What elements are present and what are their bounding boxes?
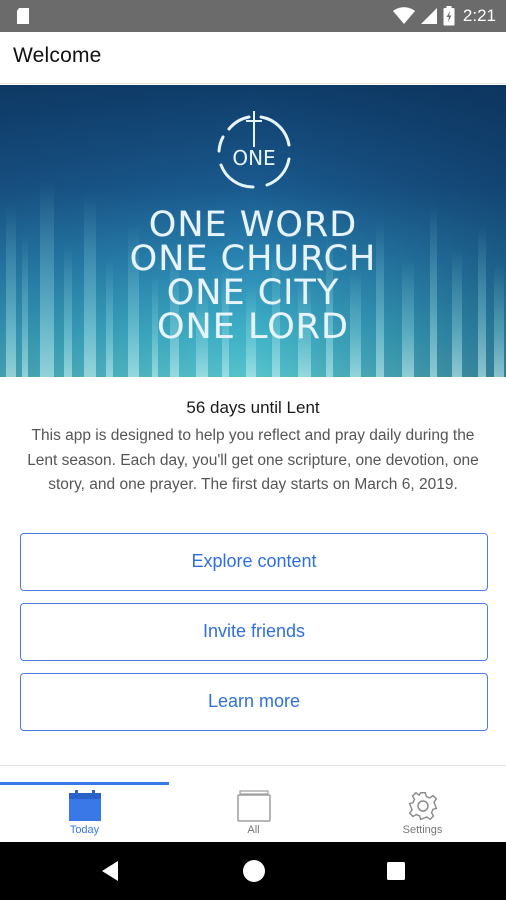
status-bar: 2:21	[0, 0, 506, 32]
one-logo: ONE	[217, 111, 291, 189]
active-tab-indicator	[0, 782, 169, 785]
explore-content-button[interactable]: Explore content	[20, 533, 488, 591]
sd-card-icon	[17, 8, 29, 24]
learn-more-button[interactable]: Learn more	[20, 673, 488, 731]
battery-icon	[443, 6, 455, 26]
app-bar: Welcome	[0, 32, 506, 84]
calendar-icon	[69, 790, 101, 821]
tab-all-label: All	[247, 824, 260, 836]
status-time: 2:21	[462, 6, 496, 25]
home-icon[interactable]	[242, 859, 266, 883]
hero-banner: ONE ONE WORD ONE CHURCH ONE CITY ONE LOR…	[0, 85, 506, 377]
folder-icon	[237, 790, 271, 822]
page-title: Welcome	[13, 44, 102, 67]
hero-line-4: ONE LORD	[156, 307, 350, 347]
system-nav-bar	[0, 842, 506, 900]
gear-icon	[408, 791, 438, 821]
app-description: This app is designed to help you reflect…	[27, 427, 479, 493]
tab-settings[interactable]: Settings	[338, 786, 506, 843]
tab-today[interactable]: Today	[0, 786, 169, 843]
tab-settings-label: Settings	[402, 824, 443, 836]
invite-friends-button[interactable]: Invite friends	[20, 603, 488, 661]
lent-countdown: 56 days until Lent	[186, 398, 320, 417]
logo-text: ONE	[232, 146, 275, 170]
tab-today-label: Today	[69, 824, 100, 836]
signal-icon	[420, 8, 437, 24]
wifi-icon	[392, 7, 415, 24]
tab-all[interactable]: All	[169, 786, 338, 843]
bottom-nav: Today All Settings	[0, 765, 506, 842]
status-icons: 2:21	[392, 5, 496, 27]
back-icon[interactable]	[98, 859, 122, 883]
recent-apps-icon[interactable]	[386, 861, 406, 881]
